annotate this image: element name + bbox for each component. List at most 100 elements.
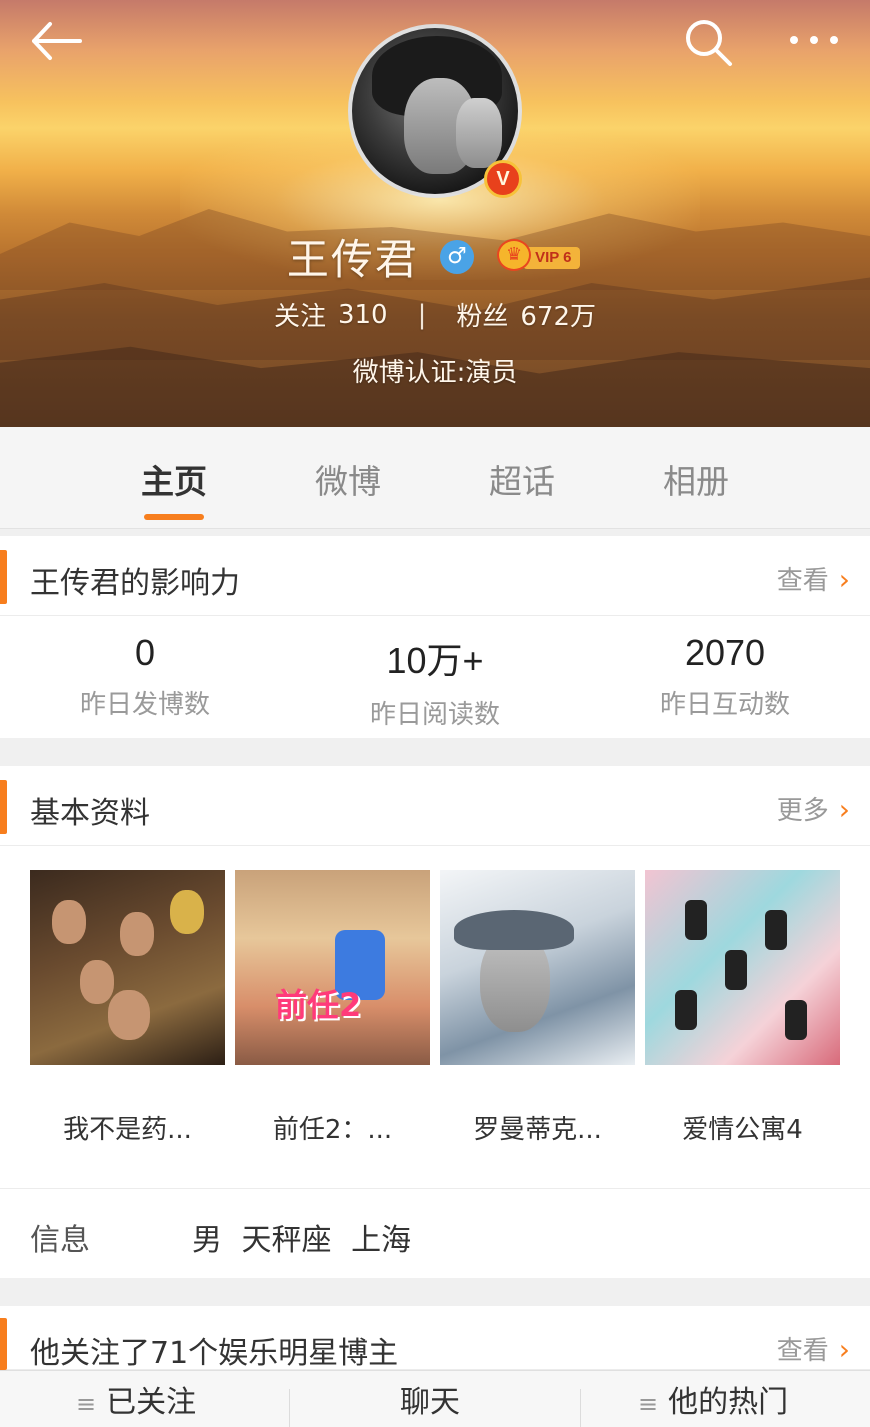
- metric-interactions-yesterday: 2070 昨日互动数: [580, 632, 870, 721]
- avatar-hand: [456, 98, 502, 168]
- hot-label: 他的热门: [668, 1385, 789, 1420]
- work-item[interactable]: 我不是药...: [30, 870, 225, 1146]
- metric-label: 昨日发博数: [79, 690, 210, 720]
- chevron-right-icon: ›: [838, 1333, 850, 1366]
- more-label: 更多: [776, 796, 829, 826]
- section-accent-bar: [0, 780, 7, 834]
- back-arrow-icon: [32, 22, 82, 60]
- view-label: 查看: [776, 1336, 829, 1366]
- stats-separator: |: [417, 299, 427, 330]
- poster-figure: [765, 910, 787, 950]
- vip-level-label: VIP 6: [523, 246, 580, 269]
- tab-weibo[interactable]: 微博: [278, 455, 418, 515]
- poster-figure: [725, 950, 747, 990]
- crown-icon: ♛: [497, 238, 532, 271]
- user-name: 王传君: [286, 235, 419, 284]
- metric-label: 昨日互动数: [659, 690, 790, 720]
- influence-title: 王传君的影响力: [30, 566, 240, 601]
- tab-super-topic[interactable]: 超话: [452, 455, 592, 515]
- basic-info-more-link[interactable]: 更多 ›: [777, 790, 850, 827]
- profile-tabs: 主页 微博 超话 相册: [0, 427, 870, 529]
- following-count: 310: [337, 299, 388, 330]
- hot-posts-button[interactable]: ≡ 他的热门: [638, 1377, 788, 1427]
- section-divider: [0, 738, 870, 766]
- section-divider: [0, 529, 870, 536]
- section-accent-bar: [0, 1318, 7, 1370]
- fans-link[interactable]: 粉丝 672万: [456, 296, 596, 333]
- metric-reads-yesterday: 10万+ 昨日阅读数: [290, 632, 580, 731]
- poster-figure: [120, 912, 154, 956]
- poster-hat: [454, 910, 574, 950]
- work-item[interactable]: 前任2 前任2：...: [235, 870, 430, 1146]
- poster-figure: [785, 1000, 807, 1040]
- follow-stats: 关注 310 | 粉丝 672万: [0, 296, 870, 340]
- following-link[interactable]: 关注 310: [274, 296, 388, 333]
- work-poster: [645, 870, 840, 1065]
- fans-label: 粉丝: [456, 302, 509, 332]
- work-poster: [30, 870, 225, 1065]
- metric-label: 昨日阅读数: [369, 700, 500, 730]
- poster-figure: [108, 990, 150, 1040]
- info-row[interactable]: 信息 男 天秤座 上海: [0, 1188, 870, 1278]
- poster-figure: [80, 960, 114, 1004]
- verification-text: 微博认证:演员: [352, 358, 518, 388]
- bar-divider: [580, 1389, 581, 1427]
- basic-info-section-header: 基本资料 更多 ›: [0, 766, 870, 846]
- poster-figure: [52, 900, 86, 944]
- poster-figure: [675, 990, 697, 1030]
- works-list: 我不是药... 前任2 前任2：... 罗曼蒂克... 爱情公寓4: [0, 846, 870, 1188]
- metric-value: 2070: [684, 632, 766, 673]
- work-item[interactable]: 罗曼蒂克...: [440, 870, 635, 1146]
- tab-album[interactable]: 相册: [626, 455, 766, 515]
- bottom-action-bar: ≡ 已关注 聊天 ≡ 他的热门: [0, 1370, 870, 1427]
- following-stars-title: 他关注了71个娱乐明星博主: [30, 1336, 399, 1371]
- work-title: 爱情公寓4: [682, 1115, 803, 1145]
- work-item[interactable]: 爱情公寓4: [645, 870, 840, 1146]
- work-title: 我不是药...: [63, 1115, 192, 1145]
- metric-value: 10万+: [386, 640, 484, 681]
- tab-home[interactable]: 主页: [104, 455, 244, 515]
- influence-view-link[interactable]: 查看 ›: [777, 560, 850, 597]
- verified-badge-icon: V: [484, 160, 522, 198]
- work-title: 罗曼蒂克...: [473, 1115, 602, 1145]
- more-options-button[interactable]: [784, 20, 844, 60]
- basic-info-title: 基本资料: [30, 796, 150, 831]
- influence-metrics: 0 昨日发博数 10万+ 昨日阅读数 2070 昨日互动数: [0, 616, 870, 738]
- profile-header: V 王传君 ♂ VIP 6 ♛ 关注 310 | 粉丝 672万 微博认证:演员: [0, 0, 870, 427]
- following-label: 关注: [273, 302, 326, 332]
- menu-icon: ≡: [638, 1390, 659, 1418]
- chat-label: 聊天: [400, 1385, 460, 1420]
- work-title: 前任2：...: [272, 1115, 393, 1145]
- menu-icon: ≡: [76, 1390, 97, 1418]
- more-dots-icon: [790, 36, 838, 44]
- info-label: 信息: [30, 1223, 90, 1258]
- chevron-right-icon: ›: [838, 563, 850, 596]
- search-icon: [686, 20, 732, 66]
- back-button[interactable]: [26, 18, 86, 64]
- section-accent-bar: [0, 550, 7, 604]
- bar-divider: [289, 1389, 290, 1427]
- work-poster: 前任2: [235, 870, 430, 1065]
- poster-title-art: 前任2: [275, 986, 362, 1024]
- active-tab-indicator: [144, 514, 204, 520]
- male-gender-icon: ♂: [440, 239, 474, 274]
- name-row: 王传君 ♂ VIP 6 ♛: [0, 226, 870, 290]
- metric-value: 0: [134, 632, 156, 673]
- metric-posts-yesterday: 0 昨日发博数: [0, 632, 290, 721]
- followed-button[interactable]: ≡ 已关注: [76, 1377, 196, 1427]
- poster-figure: [685, 900, 707, 940]
- view-label: 查看: [776, 566, 829, 596]
- section-divider: [0, 1278, 870, 1306]
- info-value: 男 天秤座 上海: [192, 1223, 412, 1258]
- work-poster: [440, 870, 635, 1065]
- followed-label: 已关注: [106, 1385, 197, 1420]
- fans-count: 672万: [520, 302, 597, 332]
- chevron-right-icon: ›: [838, 793, 850, 826]
- chat-button[interactable]: 聊天: [400, 1377, 460, 1427]
- poster-figure: [170, 890, 204, 934]
- vip-badge[interactable]: VIP 6 ♛: [497, 238, 583, 275]
- following-stars-view-link[interactable]: 查看 ›: [777, 1330, 850, 1367]
- search-button[interactable]: [680, 14, 736, 70]
- following-stars-section-header: 他关注了71个娱乐明星博主 查看 ›: [0, 1306, 870, 1371]
- influence-section-header: 王传君的影响力 查看 ›: [0, 536, 870, 616]
